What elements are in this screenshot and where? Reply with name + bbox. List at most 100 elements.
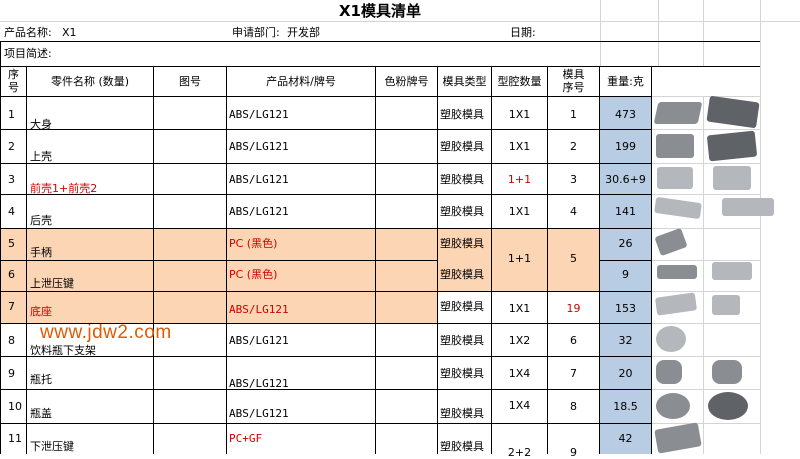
row1-weight[interactable]: 473 xyxy=(600,108,651,121)
row4-material[interactable]: ABS/LG121 xyxy=(229,205,289,218)
row11-type[interactable]: 塑胶模具 xyxy=(440,440,484,453)
row10-weight[interactable]: 18.5 xyxy=(600,400,651,413)
part-image-tray-b xyxy=(712,360,742,384)
row4-no[interactable]: 4 xyxy=(8,205,15,218)
row5-part[interactable]: 手柄 xyxy=(30,246,52,259)
row7-material[interactable]: ABS/LG121 xyxy=(229,303,289,316)
part-image-rear-a xyxy=(654,196,702,220)
row2-part[interactable]: 上壳 xyxy=(30,150,52,163)
product-name-value[interactable]: X1 xyxy=(62,26,77,39)
row4-weight[interactable]: 141 xyxy=(600,205,651,218)
row7-weight[interactable]: 153 xyxy=(600,302,651,315)
row3-no[interactable]: 3 xyxy=(8,173,15,186)
part-image-upper-b xyxy=(706,130,758,162)
row5-6-cavity[interactable]: 1+1 xyxy=(492,252,547,265)
row11-mold[interactable]: 9 xyxy=(548,446,599,459)
row10-no[interactable]: 10 xyxy=(8,400,22,413)
watermark-text: www.jdw2.com xyxy=(40,322,172,343)
row2-no[interactable]: 2 xyxy=(8,140,15,153)
part-image-lower-key xyxy=(654,422,702,454)
row11-material[interactable]: PC+GF xyxy=(229,432,262,445)
row5-6-mold[interactable]: 5 xyxy=(548,252,599,265)
row9-material[interactable]: ABS/LG121 xyxy=(229,377,289,390)
row4-part[interactable]: 后壳 xyxy=(30,214,52,227)
row11-weight[interactable]: 42 xyxy=(600,432,651,445)
row9-cavity[interactable]: 1X4 xyxy=(492,367,547,380)
row8-type[interactable]: 塑胶模具 xyxy=(440,334,484,347)
row11-part[interactable]: 下泄压键 xyxy=(30,440,74,453)
row6-weight[interactable]: 9 xyxy=(600,268,651,281)
row9-no[interactable]: 9 xyxy=(8,367,15,380)
row5-type[interactable]: 塑胶模具 xyxy=(440,237,484,250)
row4-mold[interactable]: 4 xyxy=(548,205,599,218)
row6-part[interactable]: 上泄压键 xyxy=(30,277,74,290)
row9-type[interactable]: 塑胶模具 xyxy=(440,367,484,380)
summary-label: 项目简述: xyxy=(4,47,52,60)
row10-type[interactable]: 塑胶模具 xyxy=(440,407,484,420)
row5-material[interactable]: PC (黑色) xyxy=(229,237,277,250)
row11-no[interactable]: 11 xyxy=(8,432,22,445)
row3-cavity[interactable]: 1+1 xyxy=(492,173,547,186)
row6-no[interactable]: 6 xyxy=(8,268,15,281)
row4-cavity[interactable]: 1X1 xyxy=(492,205,547,218)
row4-type[interactable]: 塑胶模具 xyxy=(440,205,484,218)
dept-label: 申请部门: xyxy=(232,26,280,39)
row9-weight[interactable]: 20 xyxy=(600,367,651,380)
row2-mold[interactable]: 2 xyxy=(548,140,599,153)
row2-type[interactable]: 塑胶模具 xyxy=(440,140,484,153)
row2-weight[interactable]: 199 xyxy=(600,140,651,153)
row6-material[interactable]: PC (黑色) xyxy=(229,268,277,281)
row1-material[interactable]: ABS/LG121 xyxy=(229,108,289,121)
row10-material[interactable]: ABS/LG121 xyxy=(229,407,289,420)
header-seq: 序号 xyxy=(8,68,19,94)
row3-mold[interactable]: 3 xyxy=(548,173,599,186)
row8-part[interactable]: 饮料瓶下支架 xyxy=(30,344,96,357)
product-name-label: 产品名称: xyxy=(4,26,52,39)
row3-material[interactable]: ABS/LG121 xyxy=(229,173,289,186)
row10-part[interactable]: 瓶盖 xyxy=(30,407,52,420)
row3-weight[interactable]: 30.6+9 xyxy=(600,173,651,186)
date-label: 日期: xyxy=(510,26,536,39)
row1-mold[interactable]: 1 xyxy=(548,108,599,121)
row11-cavity[interactable]: 2+2 xyxy=(492,446,547,459)
row9-part[interactable]: 瓶托 xyxy=(30,373,52,386)
part-image-cap-b xyxy=(708,392,748,420)
row8-mold[interactable]: 6 xyxy=(548,334,599,347)
part-image-tray-a xyxy=(656,360,682,384)
row1-type[interactable]: 塑胶模具 xyxy=(440,108,484,121)
row7-no[interactable]: 7 xyxy=(8,300,15,313)
part-image-upper-key-a xyxy=(657,265,697,279)
spreadsheet: X1模具清单 产品名称: X1 申请部门: 开发部 日期: 项目简述: 序 号 … xyxy=(0,0,800,459)
row6-type[interactable]: 塑胶模具 xyxy=(440,268,484,281)
row2-material[interactable]: ABS/LG121 xyxy=(229,140,289,153)
row10-mold[interactable]: 8 xyxy=(548,400,599,413)
header-drawing-no: 图号 xyxy=(179,75,201,88)
row7-mold[interactable]: 19 xyxy=(548,302,599,315)
row7-part[interactable]: 底座 xyxy=(30,305,52,318)
row7-type[interactable]: 塑胶模具 xyxy=(440,300,484,313)
dept-value[interactable]: 开发部 xyxy=(287,26,320,39)
row8-weight[interactable]: 32 xyxy=(600,334,651,347)
row10-cavity[interactable]: 1X4 xyxy=(492,399,547,412)
part-image-body-a xyxy=(653,102,703,124)
row9-mold[interactable]: 7 xyxy=(548,367,599,380)
part-image-front-b xyxy=(713,166,751,190)
sheet-title: X1模具清单 xyxy=(338,2,421,20)
row3-type[interactable]: 塑胶模具 xyxy=(440,173,484,186)
row1-part[interactable]: 大身 xyxy=(30,118,52,131)
row1-cavity[interactable]: 1X1 xyxy=(492,108,547,121)
row1-no[interactable]: 1 xyxy=(8,108,15,121)
row8-cavity[interactable]: 1X2 xyxy=(492,334,547,347)
row2-cavity[interactable]: 1X1 xyxy=(492,140,547,153)
part-image-base-b xyxy=(712,295,740,315)
row8-no[interactable]: 8 xyxy=(8,334,15,347)
row5-weight[interactable]: 26 xyxy=(600,237,651,250)
header-color: 色粉牌号 xyxy=(384,75,429,88)
part-image-handle xyxy=(654,227,688,257)
part-image-rear-b xyxy=(722,198,774,216)
part-image-upper-key-b xyxy=(712,262,752,280)
row3-part[interactable]: 前壳1+前壳2 xyxy=(30,182,97,195)
row5-no[interactable]: 5 xyxy=(8,237,15,250)
row7-cavity[interactable]: 1X1 xyxy=(492,302,547,315)
row8-material[interactable]: ABS/LG121 xyxy=(229,334,289,347)
